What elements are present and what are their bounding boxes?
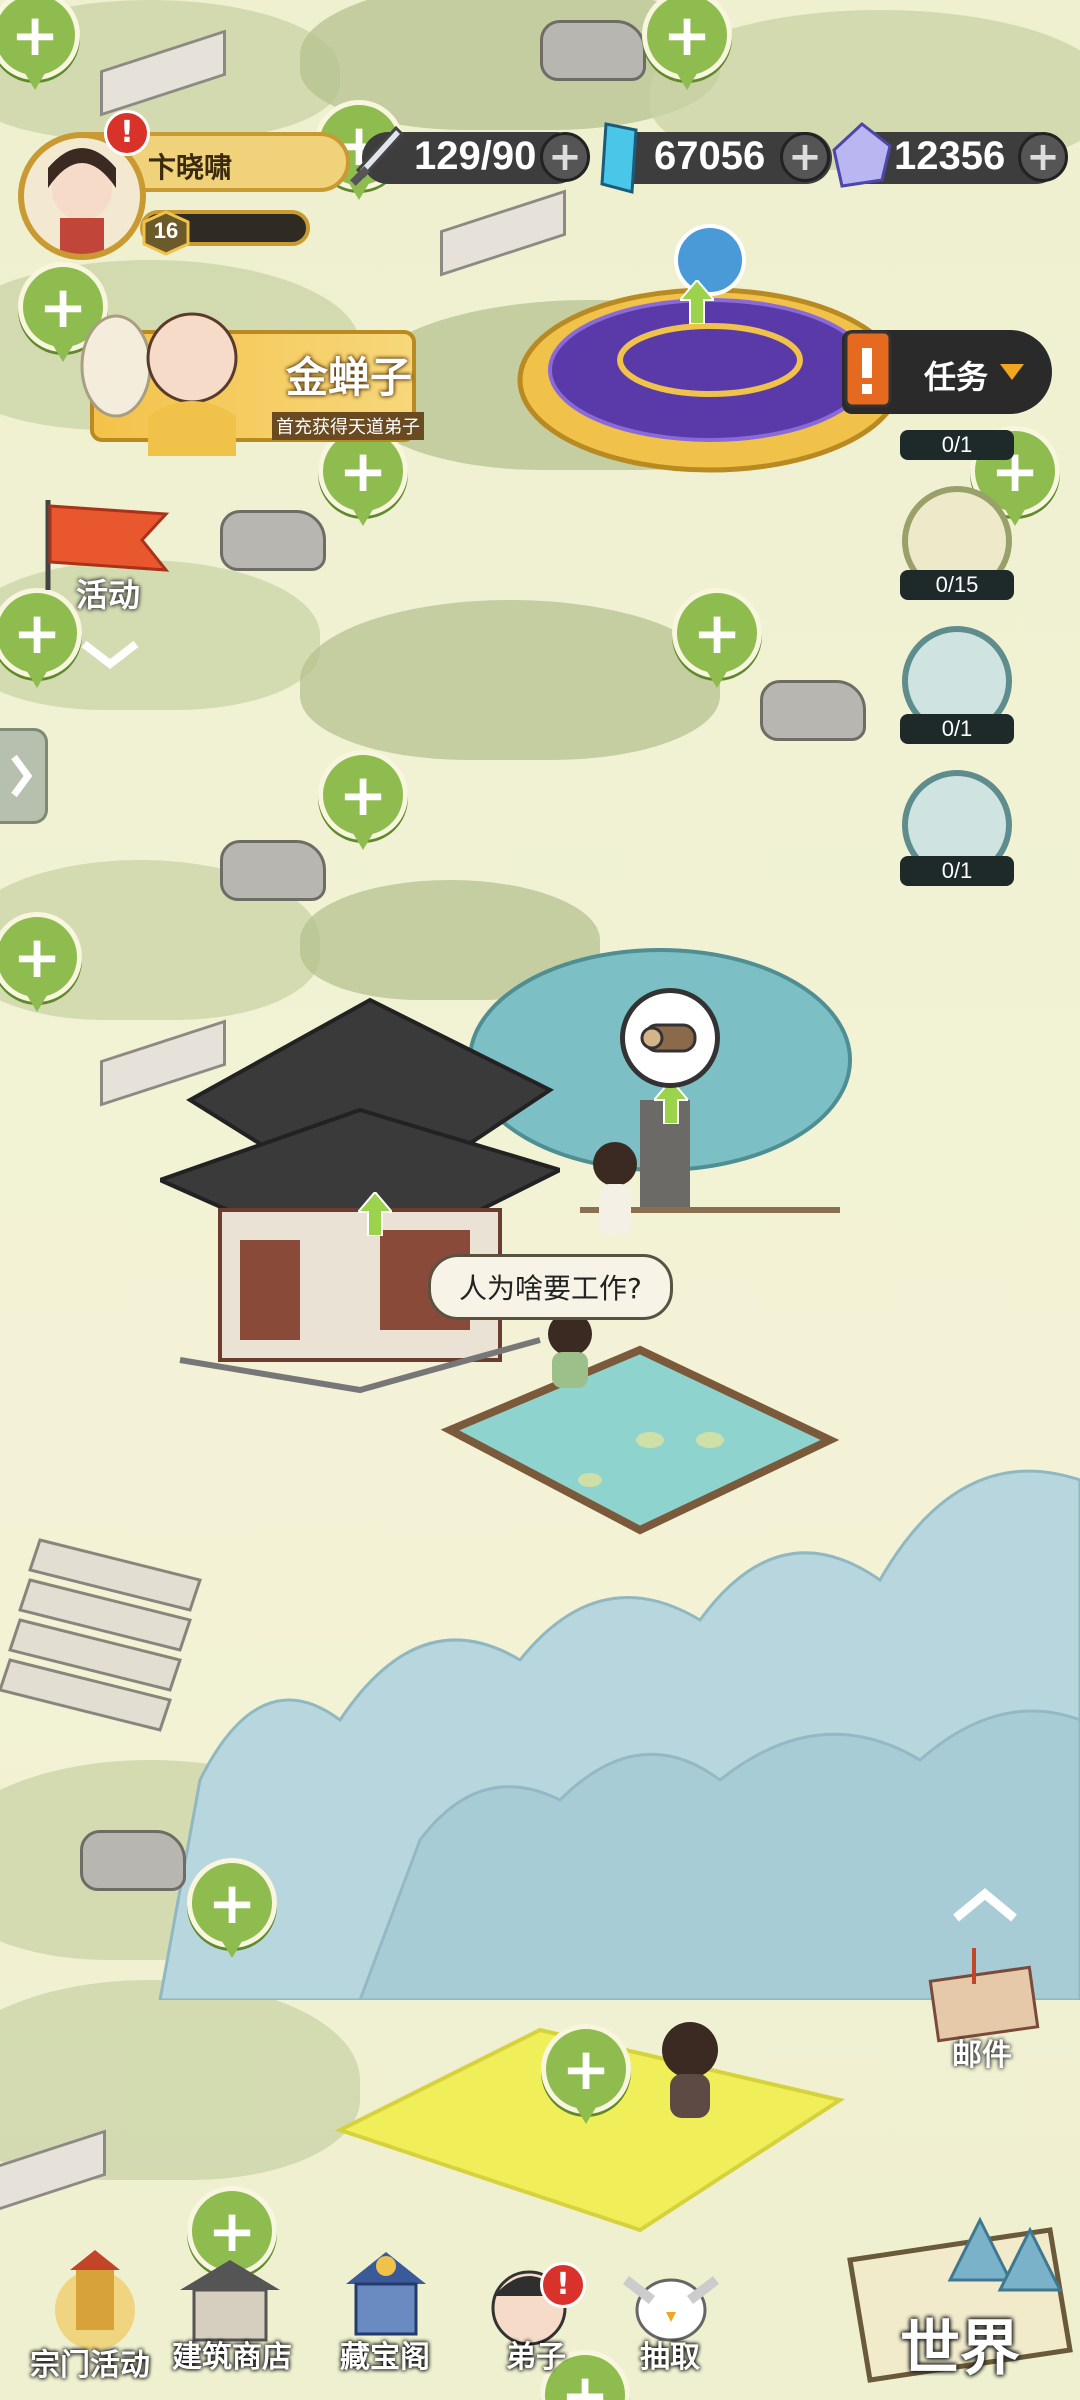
plus-icon: + (541, 2024, 631, 2114)
crystal-value: 12356 (894, 134, 1006, 178)
build-slot-pin[interactable]: + (318, 750, 408, 854)
rock (760, 680, 866, 741)
rock (540, 20, 646, 81)
dropdown-arrow-icon (1000, 364, 1024, 380)
plus-icon: + (0, 588, 82, 678)
alert-badge: ! (104, 110, 150, 156)
task-count: 0/1 (900, 714, 1014, 744)
task-count: 0/15 (900, 570, 1014, 600)
nav-treasure-pavilion[interactable]: 藏宝阁 (340, 2332, 430, 2376)
jade-add-button[interactable]: + (780, 132, 830, 182)
activity-label[interactable]: 活动 (76, 570, 140, 616)
task-count: 0/1 (900, 430, 1014, 460)
mail-label[interactable]: 邮件 (952, 2030, 1012, 2074)
jade-crystal-icon (596, 120, 642, 196)
build-slot-pin[interactable]: + (187, 1858, 277, 1962)
jade-value: 67056 (654, 134, 766, 178)
diamond-icon (830, 122, 894, 190)
stamina-value: 129/90 (414, 134, 537, 178)
wood-resource-icon[interactable] (620, 988, 720, 1088)
build-slot-pin[interactable]: + (0, 588, 82, 692)
dialogue-bubble: 人为啥要工作? (428, 1254, 673, 1320)
plus-icon: + (672, 588, 762, 678)
sword-icon (346, 124, 406, 194)
level-number: 16 (153, 218, 179, 243)
world-label[interactable]: 世界 (900, 2300, 1020, 2387)
nav-disciple[interactable]: 弟子 (506, 2332, 566, 2376)
build-slot-pin[interactable]: + (541, 2024, 631, 2128)
disciple-character[interactable] (585, 1140, 645, 1240)
hill (300, 600, 720, 760)
disciple-character[interactable] (530, 1310, 610, 1390)
build-slot-pin[interactable]: + (0, 0, 80, 94)
nav-building-shop[interactable]: 建筑商店 (172, 2332, 292, 2376)
crystal-add-button[interactable]: + (1018, 132, 1068, 182)
player-name: 卞晓啸 (148, 151, 233, 184)
task-scroll-icon (840, 328, 896, 412)
promo-character (76, 296, 256, 456)
plus-icon: + (642, 0, 732, 80)
plus-icon: + (318, 750, 408, 840)
disciple-alert-badge: ! (540, 2262, 586, 2308)
promo-subtitle: 首充获得天道弟子 (272, 412, 424, 440)
nav-sect-activity[interactable]: 宗门活动 (30, 2340, 150, 2384)
promo-title: 金蝉子 (286, 353, 413, 402)
build-slot-pin[interactable]: + (672, 588, 762, 692)
stamina-add-button[interactable]: + (540, 132, 590, 182)
treasure-pavilion-icon[interactable] (326, 2244, 446, 2344)
side-expand-tab[interactable] (0, 728, 48, 824)
stone-stairs (0, 1538, 202, 1732)
plus-icon: + (187, 1858, 277, 1948)
game-map[interactable]: 人为啥要工作? + + + + + + + + + + + + + + 卞晓啸 … (0, 0, 1080, 2400)
chevron-down-icon[interactable] (80, 640, 140, 670)
chevron-up-icon[interactable] (950, 1884, 1020, 1924)
build-slot-pin[interactable]: + (642, 0, 732, 94)
plus-icon: + (0, 0, 80, 80)
nav-draw[interactable]: 抽取 (640, 2332, 700, 2376)
task-label: 任务 (924, 358, 989, 396)
disciple-character[interactable] (655, 2020, 725, 2120)
upgrade-arrow-icon[interactable] (677, 278, 717, 325)
build-slot-pin[interactable]: + (0, 912, 82, 1016)
upgrade-arrow-icon[interactable] (355, 1190, 395, 1237)
level-badge: 16 (140, 210, 192, 256)
main-hall-building[interactable] (160, 980, 560, 1400)
plus-icon: + (0, 912, 82, 1002)
rock (80, 1830, 186, 1891)
sect-activity-icon[interactable] (30, 2240, 160, 2350)
rock (220, 840, 326, 901)
task-count: 0/1 (900, 856, 1014, 886)
rock (220, 510, 326, 571)
